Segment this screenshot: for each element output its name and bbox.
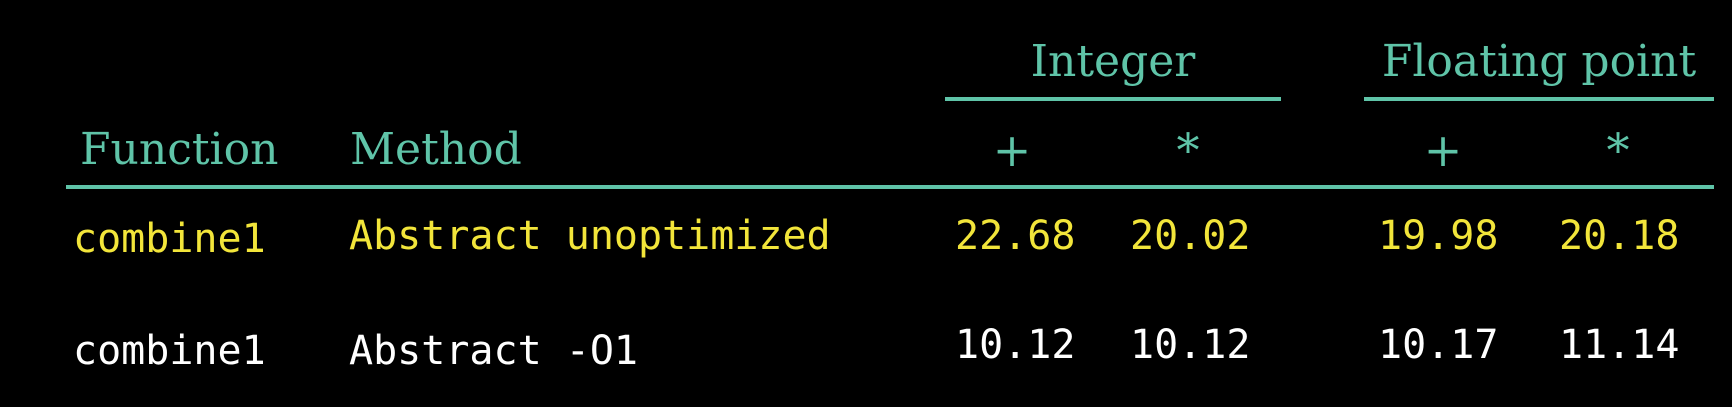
table-slide: { "table": { "group_headers": { "integer…: [0, 0, 1732, 407]
cell-method: Abstract -O1: [349, 328, 638, 374]
cell-integer-add: 22.68: [955, 213, 1076, 259]
column-header-fp-mul: *: [1606, 123, 1630, 177]
cell-fp-add: 19.98: [1378, 213, 1499, 259]
cell-function: combine1: [73, 328, 266, 374]
column-header-fp-add: +: [1423, 123, 1463, 177]
cell-integer-mul: 20.02: [1130, 213, 1251, 259]
cell-fp-mul: 20.18: [1559, 213, 1680, 259]
header-rule: [66, 185, 1714, 189]
column-header-method: Method: [350, 124, 522, 175]
cell-method: Abstract unoptimized: [349, 213, 831, 259]
group-header-integer: Integer: [1030, 36, 1196, 87]
column-header-integer-add: +: [992, 123, 1032, 177]
cell-function: combine1: [73, 216, 266, 262]
cell-integer-mul: 10.12: [1130, 322, 1251, 368]
group-rule-floating-point: [1364, 97, 1714, 101]
column-header-integer-mul: *: [1176, 123, 1200, 177]
cell-integer-add: 10.12: [955, 322, 1076, 368]
group-rule-integer: [945, 97, 1281, 101]
group-header-floating-point: Floating point: [1381, 36, 1697, 87]
cell-fp-mul: 11.14: [1559, 322, 1680, 368]
column-header-function: Function: [80, 124, 279, 175]
cell-fp-add: 10.17: [1378, 322, 1499, 368]
